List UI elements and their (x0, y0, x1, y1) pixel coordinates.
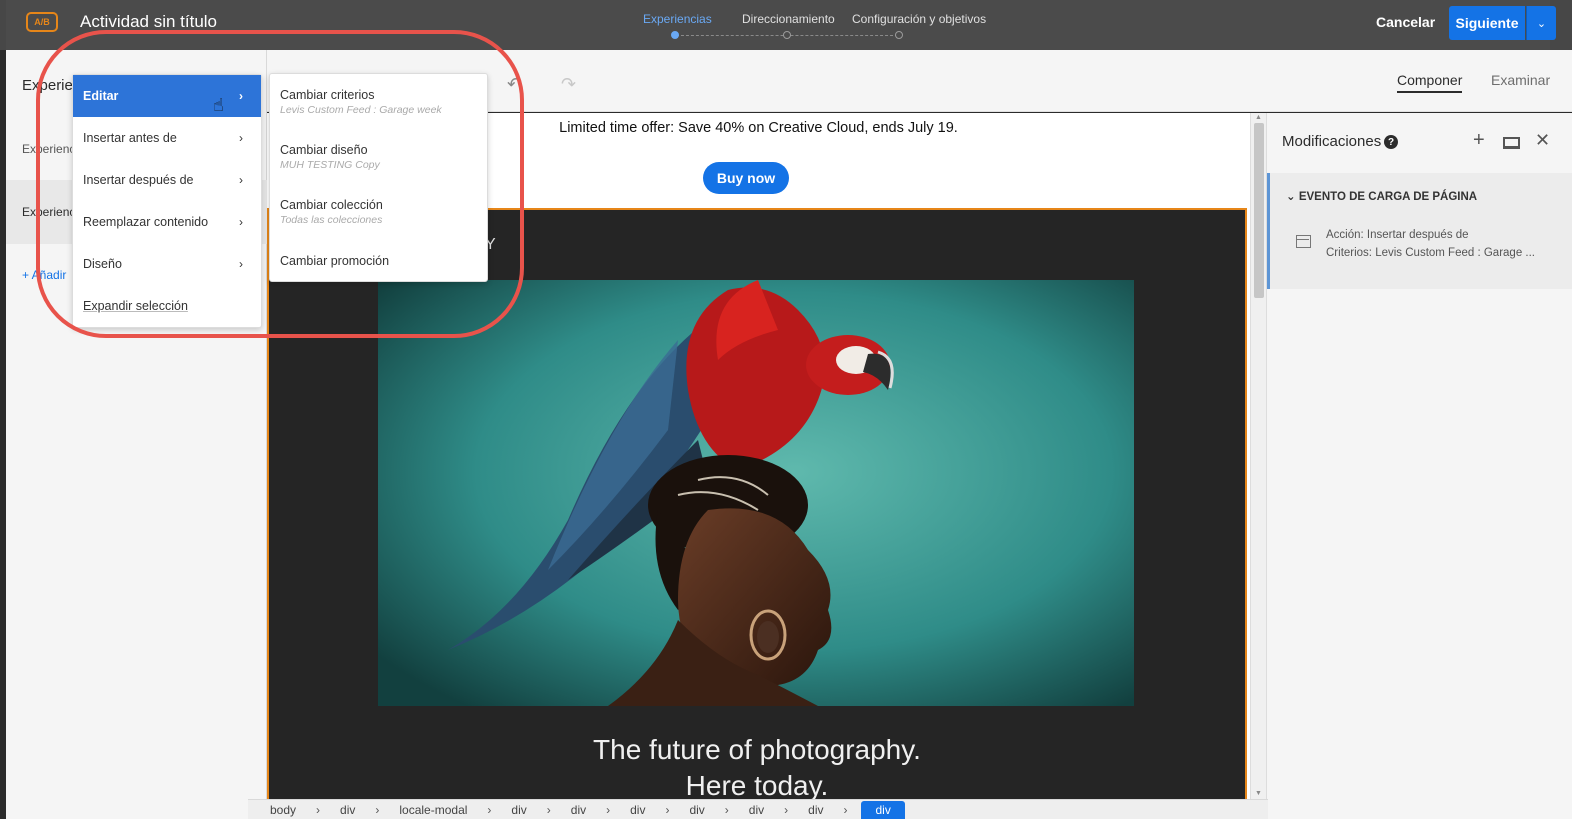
scroll-down-arrow-icon[interactable]: ▼ (1255, 790, 1262, 797)
workflow-steps: Experiencias Direccionamiento Configurac… (634, 12, 994, 42)
step-dot-targeting (783, 31, 791, 39)
submenu-label: Cambiar colección (280, 198, 383, 212)
chevron-right-icon: › (487, 802, 492, 817)
top-bar: A/B Actividad sin título Experiencias Di… (0, 0, 1572, 50)
submenu-change-collection[interactable]: Cambiar colección Todas las colecciones (280, 198, 383, 226)
dom-crumb[interactable]: div (743, 803, 770, 817)
step-experiences[interactable]: Experiencias (643, 12, 712, 26)
help-icon[interactable]: ? (1384, 135, 1398, 149)
hero-section-selected[interactable]: Y The future of photography. Here today. (267, 208, 1247, 799)
event-title-label: EVENTO DE CARGA DE PÁGINA (1298, 191, 1478, 203)
menu-item-expand-selection[interactable]: Expandir selección (73, 285, 261, 327)
submenu-change-design[interactable]: Cambiar diseño MUH TESTING Copy (280, 143, 380, 171)
edit-submenu: Cambiar criterios Levis Custom Feed : Ga… (269, 73, 488, 282)
buy-now-button[interactable]: Buy now (703, 162, 789, 194)
menu-item-label: Expandir selección (83, 299, 188, 313)
dom-crumb[interactable]: div (802, 803, 829, 817)
submenu-description: Levis Custom Feed : Garage week (280, 104, 442, 116)
dom-crumb[interactable]: locale-modal (393, 803, 473, 817)
scroll-thumb[interactable] (1254, 123, 1264, 298)
chevron-right-icon: › (724, 802, 729, 817)
top-bar-inner: A/B Actividad sin título Experiencias Di… (6, 0, 1556, 50)
tab-compose[interactable]: Componer (1397, 72, 1463, 93)
device-preview-icon[interactable] (1503, 137, 1520, 149)
hero-photo-parrot-woman[interactable] (378, 280, 1134, 706)
page-load-event-section[interactable]: ⌄ EVENTO DE CARGA DE PÁGINA Acción: Inse… (1267, 173, 1572, 289)
chevron-right-icon: › (546, 802, 551, 817)
submenu-label: Cambiar promoción (280, 254, 390, 268)
submenu-change-promotion[interactable]: Cambiar promoción (280, 254, 389, 268)
menu-item-insert-before[interactable]: Insertar antes de › (73, 117, 261, 159)
dom-path-breadcrumb: body › div › locale-modal › div › div › … (248, 799, 1268, 819)
chevron-right-icon: › (239, 257, 243, 271)
hero-subheadline: Here today. (685, 770, 829, 799)
menu-item-insert-after[interactable]: Insertar después de › (73, 159, 261, 201)
submenu-change-criteria[interactable]: Cambiar criterios Levis Custom Feed : Ga… (280, 88, 442, 116)
close-icon[interactable]: ✕ (1535, 130, 1550, 151)
canvas-scrollbar[interactable]: ▲ ▼ (1250, 113, 1266, 799)
step-dot-experiences (671, 31, 679, 39)
chevron-right-icon: › (843, 802, 848, 817)
chevron-right-icon: › (606, 802, 611, 817)
ab-test-badge: A/B (26, 12, 58, 32)
step-dot-settings (895, 31, 903, 39)
dom-crumb-current[interactable]: div (861, 800, 905, 819)
chevron-right-icon: › (239, 89, 243, 103)
event-title[interactable]: ⌄ EVENTO DE CARGA DE PÁGINA (1286, 189, 1477, 203)
next-dropdown-button[interactable]: ⌄ (1526, 6, 1556, 40)
step-settings-goals[interactable]: Configuración y objetivos (852, 12, 986, 26)
chevron-right-icon: › (784, 802, 789, 817)
dom-crumb[interactable]: div (565, 803, 592, 817)
modification-layout-icon (1296, 235, 1311, 248)
menu-item-label: Insertar antes de (83, 131, 177, 145)
submenu-description: MUH TESTING Copy (280, 159, 380, 171)
activity-title[interactable]: Actividad sin título (80, 12, 217, 32)
dom-crumb[interactable]: div (624, 803, 651, 817)
submenu-label: Cambiar criterios (280, 88, 375, 102)
menu-item-label: Reemplazar contenido (83, 215, 209, 229)
next-button[interactable]: Siguiente (1449, 6, 1525, 40)
menu-item-edit[interactable]: Editar › (73, 75, 261, 117)
scroll-up-arrow-icon[interactable]: ▲ (1255, 114, 1262, 121)
menu-item-design[interactable]: Diseño › (73, 243, 261, 285)
chevron-right-icon: › (665, 802, 670, 817)
redo-icon[interactable]: ↷ (561, 74, 576, 95)
modifications-title: Modificaciones (1282, 133, 1382, 150)
modifications-panel: Modificaciones ? + ✕ ⌄ EVENTO DE CARGA D… (1266, 113, 1572, 819)
chevron-down-icon: ⌄ (1286, 191, 1296, 203)
dom-crumb[interactable]: div (683, 803, 710, 817)
experiences-heading: Experie (22, 77, 73, 94)
undo-icon[interactable]: ↶ (507, 74, 522, 95)
criteria-description[interactable]: Criterios: Levis Custom Feed : Garage ..… (1326, 247, 1535, 259)
menu-item-label: Diseño (83, 257, 122, 271)
action-description[interactable]: Acción: Insertar después de (1326, 229, 1469, 241)
dom-crumb[interactable]: div (505, 803, 532, 817)
chevron-right-icon: › (239, 173, 243, 187)
dom-crumb[interactable]: div (334, 803, 361, 817)
hand-cursor-icon: ☝ (213, 95, 224, 115)
context-menu: Editar › Insertar antes de › Insertar de… (72, 74, 262, 328)
chevron-right-icon: › (375, 802, 380, 817)
add-modification-icon[interactable]: + (1473, 129, 1485, 152)
submenu-description: Todas las colecciones (280, 214, 383, 226)
chevron-right-icon: › (239, 131, 243, 145)
add-experience-link[interactable]: + Añadir (22, 268, 66, 282)
chevron-down-icon: ⌄ (1536, 17, 1547, 30)
dom-crumb[interactable]: body (264, 803, 302, 817)
menu-item-replace-content[interactable]: Reemplazar contenido › (73, 201, 261, 243)
hero-headline: The future of photography. (593, 734, 921, 765)
menu-item-label: Editar (83, 89, 119, 103)
chevron-right-icon: › (316, 802, 321, 817)
step-targeting[interactable]: Direccionamiento (742, 12, 835, 26)
chevron-right-icon: › (239, 215, 243, 229)
cancel-button[interactable]: Cancelar (1376, 14, 1435, 30)
tab-browse[interactable]: Examinar (1491, 72, 1550, 88)
submenu-label: Cambiar diseño (280, 143, 368, 157)
menu-item-label: Insertar después de (83, 173, 194, 187)
